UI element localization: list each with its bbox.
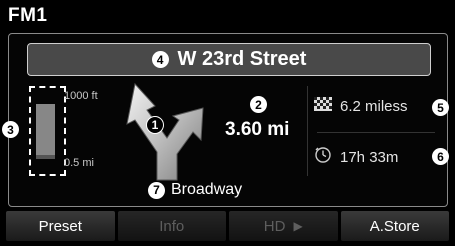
callout-6: 6 [432, 148, 449, 165]
callout-5: 5 [432, 99, 449, 116]
callout-3: 3 [2, 121, 19, 138]
remaining-distance: 6.2 miless [340, 98, 408, 115]
navigation-screen: FM1 4 W 23rd Street 1000 ft 0.5 mi 3 1 2… [0, 0, 455, 246]
arrival-time: 17h 33m [340, 149, 399, 166]
remaining-distance-row: 6.2 miless [314, 97, 408, 116]
arrival-time-row: 17h 33m [314, 146, 398, 169]
scale-top-label: 1000 ft [64, 90, 98, 102]
next-street-row: 7 Broadway [148, 181, 242, 199]
callout-2: 2 [250, 96, 267, 113]
astore-button[interactable]: A.Store [340, 211, 449, 241]
info-button-label: Info [159, 217, 185, 235]
hd-button[interactable]: HD ▶ [229, 211, 338, 241]
distance-bar-fill [36, 104, 55, 155]
play-triangle-icon: ▶ [293, 219, 303, 233]
astore-button-label: A.Store [369, 217, 420, 235]
checkered-flag-icon [314, 97, 332, 116]
divider-vertical [307, 86, 308, 176]
distance-to-turn: 3.60 mi [225, 119, 290, 140]
preset-button-label: Preset [38, 217, 82, 235]
clock-icon [314, 146, 332, 169]
preset-button[interactable]: Preset [6, 211, 115, 241]
callout-4: 4 [151, 51, 169, 68]
callout-7: 7 [148, 181, 165, 199]
current-street-name: W 23rd Street [177, 48, 307, 70]
next-street-name: Broadway [171, 181, 243, 198]
divider-horizontal [317, 132, 435, 133]
current-street-box: 4 W 23rd Street [27, 43, 431, 76]
hd-button-label: HD [263, 217, 286, 235]
distance-bar-base [36, 155, 55, 159]
turn-right-arrow-icon [121, 80, 211, 182]
softkey-bar: Preset Info HD ▶ A.Store [6, 211, 449, 241]
info-button[interactable]: Info [117, 211, 226, 241]
source-title: FM1 [8, 5, 48, 26]
scale-bottom-label: 0.5 mi [64, 157, 94, 169]
callout-1: 1 [146, 116, 164, 134]
